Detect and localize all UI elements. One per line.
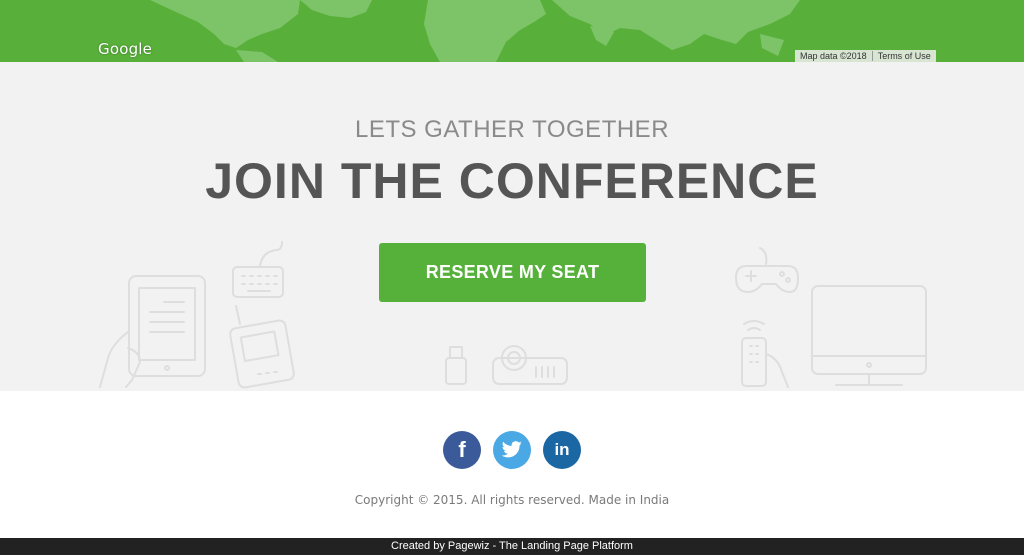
gamepad-icon <box>735 247 799 293</box>
linkedin-icon[interactable]: in <box>543 431 581 469</box>
footer-credit-bar: Created by Pagewiz - The Landing Page Pl… <box>0 538 1024 555</box>
hero-section: LETS GATHER TOGETHER JOIN THE CONFERENCE… <box>0 62 1024 391</box>
facebook-icon[interactable]: f <box>443 431 481 469</box>
map-banner[interactable]: Google Map data ©2018 Terms of Use <box>0 0 1024 62</box>
remote-control-icon <box>741 320 789 388</box>
map-data-label: Map data ©2018 <box>800 51 867 61</box>
google-logo: Google <box>98 40 153 58</box>
social-links: f in <box>0 431 1024 469</box>
hero-eyebrow: LETS GATHER TOGETHER <box>354 116 670 143</box>
projector-icon <box>492 345 568 385</box>
twitter-bird-glyph <box>501 441 522 458</box>
copyright-text: Copyright © 2015. All rights reserved. M… <box>354 493 670 507</box>
terms-of-use-link[interactable]: Terms of Use <box>873 50 936 62</box>
tablet-in-hand-icon <box>99 275 206 388</box>
hero-headline: JOIN THE CONFERENCE <box>205 153 819 209</box>
mobile-phone-icon <box>229 305 295 389</box>
reserve-seat-button[interactable]: RESERVE MY SEAT <box>379 243 646 302</box>
twitter-icon[interactable] <box>493 431 531 469</box>
footer-credit-link[interactable]: Created by Pagewiz - The Landing Page Pl… <box>391 540 633 552</box>
monitor-icon <box>811 285 927 386</box>
hero-illustrations <box>99 241 927 389</box>
keyboard-icon <box>232 241 284 298</box>
map-attribution: Map data ©2018 Terms of Use <box>795 50 936 62</box>
usb-drive-icon <box>445 346 467 385</box>
